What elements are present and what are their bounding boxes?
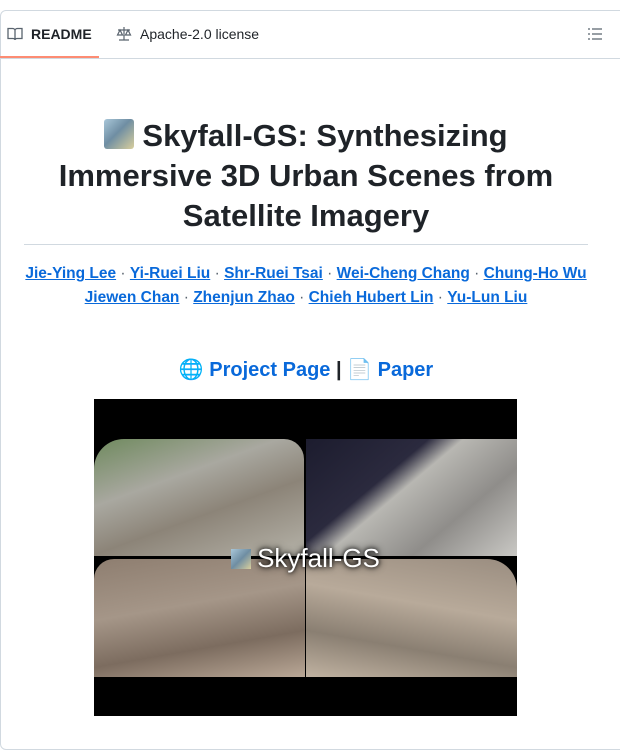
author-link[interactable]: Zhenjun Zhao [193, 289, 295, 306]
author-link[interactable]: Yi-Ruei Liu [130, 265, 210, 282]
separator: · [474, 265, 480, 282]
paper-label: Paper [377, 359, 434, 381]
paper-link[interactable]: 📄 Paper [347, 359, 433, 381]
document-icon: 📄 [347, 359, 373, 381]
author-link[interactable]: Jiewen Chan [85, 289, 180, 306]
author-list: Jie-Ying Lee · Yi-Ruei Liu · Shr-Ruei Ts… [24, 262, 588, 310]
separator: · [327, 265, 333, 282]
tab-license-label: Apache-2.0 license [140, 26, 260, 42]
author-link[interactable]: Wei-Cheng Chang [337, 265, 470, 282]
skyfall-logo-icon [104, 119, 135, 149]
skyfall-logo-icon [231, 549, 252, 569]
tab-license[interactable]: Apache-2.0 license [116, 10, 259, 58]
teaser-video[interactable]: Skyfall-GS [94, 399, 517, 716]
aerial-scene-1 [94, 439, 304, 556]
separator: · [437, 289, 443, 306]
resource-links: 🌐 Project Page | 📄 Paper [24, 357, 588, 383]
readme-tabs: README Apache-2.0 license [0, 10, 620, 59]
active-tab-indicator [0, 56, 99, 58]
aerial-scene-2 [306, 439, 517, 556]
project-page-label: Project Page [209, 359, 331, 381]
separator: · [183, 289, 189, 306]
aerial-scene-4 [306, 559, 517, 677]
tab-readme-label: README [31, 26, 92, 42]
author-link[interactable]: Yu-Lun Liu [447, 289, 527, 306]
video-overlay-title: Skyfall-GS [94, 543, 517, 574]
outline-list-icon[interactable] [588, 27, 602, 41]
divider [24, 244, 588, 245]
author-link[interactable]: Jie-Ying Lee [25, 265, 116, 282]
author-link[interactable]: Chieh Hubert Lin [309, 289, 434, 306]
video-title-text: Skyfall-GS [257, 543, 380, 573]
separator: · [214, 265, 220, 282]
author-link[interactable]: Chung-Ho Wu [484, 265, 587, 282]
link-divider: | [335, 359, 342, 381]
globe-icon: 🌐 [178, 359, 204, 381]
book-icon [7, 27, 23, 41]
tab-readme[interactable]: README [7, 10, 92, 58]
aerial-scene-3 [94, 559, 305, 677]
separator: · [299, 289, 305, 306]
scale-icon [116, 27, 132, 41]
page-title: Skyfall-GS: Synthesizing Immersive 3D Ur… [24, 116, 588, 236]
author-link[interactable]: Shr-Ruei Tsai [224, 265, 323, 282]
separator: · [120, 265, 126, 282]
project-page-link[interactable]: 🌐 Project Page [179, 359, 331, 381]
